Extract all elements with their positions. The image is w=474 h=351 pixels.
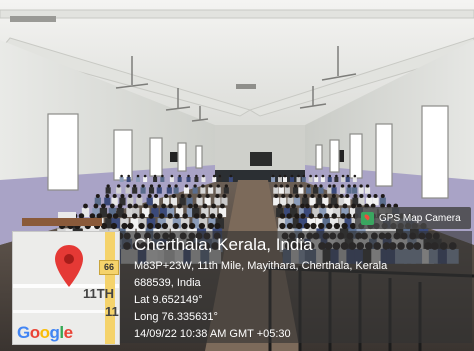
google-logo: Google <box>17 323 73 342</box>
address-line-1: M83P+23W, 11th Mile, Mayithara, Cherthal… <box>134 260 388 272</box>
latitude-value: Lat 9.652149° <box>134 294 203 306</box>
gps-map-camera-icon <box>361 211 374 225</box>
map-road <box>13 310 119 313</box>
datetime-value: 14/09/22 10:38 AM GMT +05:30 <box>134 328 291 340</box>
camera-badge-label: GPS Map Camera <box>379 212 461 224</box>
highway-shield: 66 <box>99 260 119 275</box>
address-line-2: 688539, India <box>134 277 201 289</box>
map-thumbnail[interactable]: 66 11TH 11 Google <box>12 231 120 345</box>
longitude-value: Long 76.335631° <box>134 311 218 323</box>
map-label-11: 11 <box>105 304 119 319</box>
location-info-panel: Cherthala, Kerala, India M83P+23W, 11th … <box>120 231 472 343</box>
gps-map-camera-badge: GPS Map Camera <box>355 207 471 229</box>
location-city: Cherthala, Kerala, India <box>134 235 313 254</box>
location-pin-icon <box>55 245 83 287</box>
map-label-11th: 11TH <box>83 286 115 301</box>
